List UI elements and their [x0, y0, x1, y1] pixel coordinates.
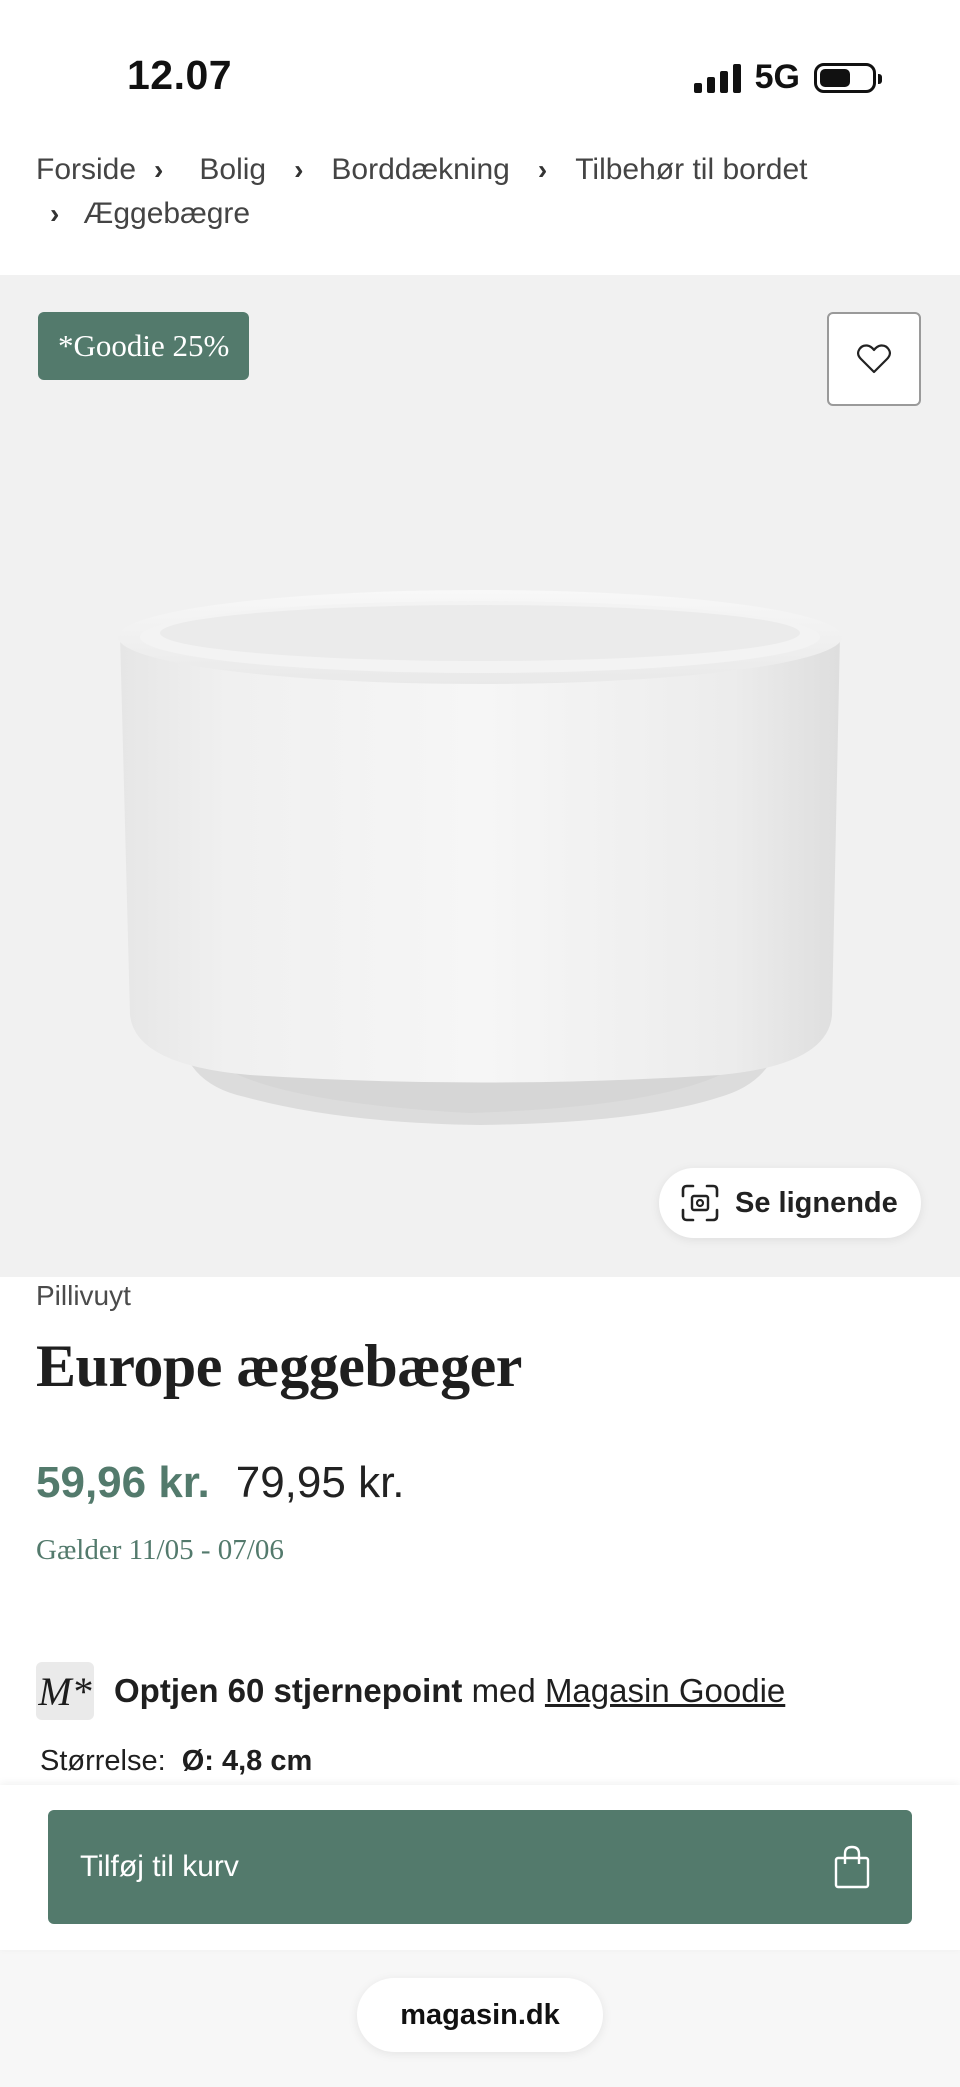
- breadcrumb: Forside › Bolig › Borddækning › Tilbehør…: [36, 148, 916, 236]
- shopping-bag-icon: [834, 1845, 870, 1889]
- visual-search-icon: [681, 1184, 719, 1222]
- breadcrumb-item-forside[interactable]: Forside: [36, 148, 136, 192]
- original-price: 79,95 kr.: [235, 1458, 405, 1507]
- breadcrumb-item-aeggebaegre[interactable]: Æggebægre: [83, 192, 250, 236]
- see-similar-button[interactable]: Se lignende: [659, 1168, 921, 1238]
- sticky-cart-panel: Tilføj til kurv: [0, 1785, 960, 1950]
- size-value: Ø: 4,8 cm: [181, 1745, 313, 1777]
- see-similar-label: Se lignende: [735, 1186, 898, 1219]
- size-label: Størrelse:: [40, 1745, 166, 1777]
- loyalty-text: Optjen 60 stjernepoint med Magasin Goodi…: [114, 1672, 785, 1710]
- status-bar: 12.07 5G: [0, 0, 960, 130]
- add-to-cart-button[interactable]: Tilføj til kurv: [48, 1810, 912, 1924]
- chevron-right-icon: ›: [294, 154, 304, 185]
- chevron-right-icon: ›: [154, 154, 164, 185]
- network-type: 5G: [754, 58, 800, 96]
- product-image-area[interactable]: *Goodie 25% Se lignende: [0, 275, 960, 1277]
- signal-icon: [693, 63, 741, 93]
- heart-icon: [857, 344, 891, 374]
- sale-price: 59,96 kr.: [36, 1458, 210, 1507]
- chevron-right-icon: ›: [50, 198, 60, 229]
- status-time: 12.07: [127, 52, 233, 98]
- price-block: 59,96 kr. 79,95 kr.: [36, 1458, 405, 1508]
- breadcrumb-item-tilbehoer[interactable]: Tilbehør til bordet: [575, 148, 807, 192]
- add-to-cart-label: Tilføj til kurv: [80, 1850, 239, 1883]
- status-indicators: 5G: [693, 58, 882, 97]
- size-row: Størrelse: Ø: 4,8 cm: [40, 1745, 312, 1778]
- magasin-goodie-link[interactable]: Magasin Goodie: [545, 1672, 785, 1709]
- breadcrumb-item-borddaekning[interactable]: Borddækning: [331, 148, 509, 192]
- product-title: Europe æggebæger: [36, 1333, 522, 1399]
- product-brand[interactable]: Pillivuyt: [36, 1280, 131, 1312]
- offer-validity: Gælder 11/05 - 07/06: [36, 1534, 284, 1566]
- points-earned-text: Optjen 60 stjernepoint: [114, 1672, 463, 1709]
- browser-url-bar[interactable]: magasin.dk: [357, 1978, 603, 2052]
- goodie-discount-badge: *Goodie 25%: [38, 312, 250, 380]
- product-image: [118, 590, 842, 1125]
- breadcrumb-item-bolig[interactable]: Bolig: [199, 148, 266, 192]
- loyalty-points-row: M* Optjen 60 stjernepoint med Magasin Go…: [36, 1662, 785, 1720]
- battery-icon: [814, 62, 882, 93]
- magasin-goodie-logo: M*: [36, 1662, 94, 1720]
- chevron-right-icon: ›: [537, 154, 548, 185]
- favorite-button[interactable]: [827, 312, 921, 406]
- points-connector: med: [471, 1672, 536, 1709]
